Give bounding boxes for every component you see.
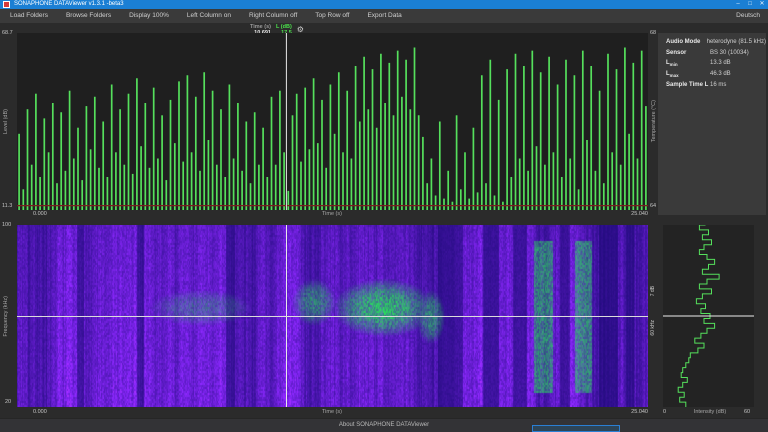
about-link[interactable]: About SONAPHONE DATAViewer [0,422,768,428]
app-icon [3,1,10,8]
spectrum-xtick-right: 60 [744,409,750,415]
spectrum-cursor-intensity-label: 7 dB [650,286,656,296]
close-icon[interactable]: ✕ [756,0,768,9]
info-row-lmax: Lmax 46.3 dB [658,71,766,80]
spectrum-xtick-left: 0 [663,409,666,415]
menu-display-100[interactable]: Display 100% [120,9,178,23]
titlebar: SONAPHONE DATAViewer v1.3.1 -beta3 – □ ✕ [0,0,768,9]
menu-language[interactable]: Deutsch [728,9,768,23]
frequency-axis-label: Frequency (kHz) [3,296,9,337]
spectrogram-xtick-left: 0.000 [33,409,47,415]
info-row-sensor: Sensor BS 30 (10034) [658,50,766,59]
menu-export-data[interactable]: Export Data [358,9,410,23]
info-row-sample-time: Sample Time L 16 ms [658,82,766,91]
menu-browse-folders[interactable]: Browse Folders [57,9,120,23]
menu-right-column[interactable]: Right Column off [240,9,306,23]
maximize-icon[interactable]: □ [744,0,756,9]
spectrogram-xtick-right: 25.040 [600,409,648,415]
menu-top-row[interactable]: Top Row off [306,9,358,23]
spectrum-svg [663,225,754,407]
level-axis-label: Level (dB) [3,109,9,134]
spectrum-panel[interactable] [663,225,754,407]
minimize-icon[interactable]: – [732,0,744,9]
level-xtick-right: 25.040 [600,211,648,217]
spectrum-xaxis-label: Intensity (dB) [680,409,740,415]
window-title: SONAPHONE DATAViewer v1.3.1 -beta3 [14,0,732,9]
statusbar: About SONAPHONE DATAViewer [0,418,768,432]
app-window: SONAPHONE DATAViewer v1.3.1 -beta3 – □ ✕… [0,0,768,432]
info-row-lmin: Lmin 13.3 dB [658,60,766,69]
spectrum-cursor-freq-label: 60 kHz [650,320,656,336]
level-chart-svg [17,33,648,210]
spectrogram-xaxis-label: Time (s) [250,409,414,415]
spectrogram-cursor-h[interactable] [17,316,648,317]
status-highlight [532,425,620,432]
level-xaxis-label: Time (s) [250,211,414,217]
menubar: Load Folders Browse Folders Display 100%… [0,9,768,23]
info-row-audio-mode: Audio Mode heterodyne (81.5 kHz) [658,39,766,48]
menu-left-column[interactable]: Left Column on [178,9,240,23]
level-xtick-left: 0.000 [33,211,47,217]
level-chart[interactable] [17,33,648,210]
info-panel: Audio Mode heterodyne (81.5 kHz) Sensor … [658,33,766,215]
temperature-axis-label: Temperature (°C) [651,100,657,142]
menu-load-folders[interactable]: Load Folders [0,9,57,23]
